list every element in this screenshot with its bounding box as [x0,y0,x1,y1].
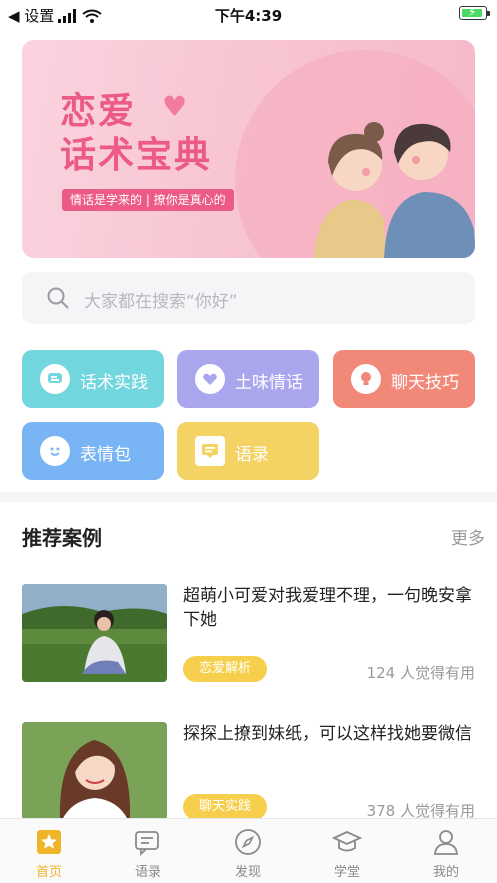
section-title: 推荐案例 [22,526,102,550]
case-title: 探探上撩到妹纸，可以这样找她要微信 [183,724,472,744]
search-input[interactable]: 大家都在搜索“你好” [22,272,475,324]
search-placeholder: 大家都在搜索“你好” [84,292,238,312]
category-label: 土味情话 [235,373,303,393]
list-item[interactable]: 超萌小可爱对我爱理不理，一句晚安拿下她 恋爱解析 124 人觉得有用 [0,584,497,694]
category-quotes-button[interactable]: 语录 [177,422,319,480]
message-icon [135,831,159,857]
chat-bubble-icon [40,364,70,394]
banner-title-line2: 话术宝典 [60,135,213,176]
category-stickers-button[interactable]: 表情包 [22,422,164,480]
case-thumbnail [22,584,167,682]
tab-discover[interactable]: 发现 [218,827,278,880]
tab-quotes[interactable]: 语录 [118,827,178,880]
case-thumbnail [22,722,167,820]
category-label: 话术实践 [80,373,148,393]
heart-icon: ♥ [162,90,188,123]
banner-tagline: 情话是学来的 | 撩你是真心的 [62,189,234,211]
case-tag[interactable]: 恋爱解析 [183,656,268,682]
user-icon [434,830,458,855]
case-title: 超萌小可爱对我爱理不理，一句晚安拿下她 [183,586,472,630]
tab-bar: 首页 语录 发现 学堂 我的 [0,818,497,883]
couple-illustration [314,122,475,258]
banner-title-line1: 恋爱 [60,91,137,132]
heart-hand-icon [195,364,225,394]
tab-label: 我的 [432,865,459,880]
tab-profile[interactable]: 我的 [416,827,476,880]
search-icon [47,287,69,309]
category-script-practice-button[interactable]: 话术实践 [22,350,164,408]
category-label: 语录 [235,445,269,465]
category-chat-tips-button[interactable]: 聊天技巧 [333,350,475,408]
tab-label: 语录 [134,865,161,880]
tab-label: 首页 [35,865,62,880]
promo-banner[interactable]: 恋爱 话术宝典 ♥ 情话是学来的 | 撩你是真心的 [22,40,475,258]
section-divider [0,492,497,502]
tab-label: 学堂 [333,865,360,880]
status-bar: ◀ 设置 下午4:39 ⚡ [0,0,497,30]
battery-icon: ⚡ [459,5,490,20]
more-link[interactable]: 更多 [451,524,485,549]
case-likes: 124 人觉得有用 [366,664,475,682]
case-tag[interactable]: 聊天实践 [183,794,268,820]
category-cheesy-lines-button[interactable]: 土味情话 [177,350,319,408]
banner-title: 恋爱 话术宝典 [60,90,212,178]
message-icon [195,436,225,466]
smiley-icon [40,436,70,466]
graduation-cap-icon [332,831,362,852]
compass-icon [235,829,261,855]
list-item[interactable]: 探探上撩到妹纸，可以这样找她要微信 聊天实践 378 人觉得有用 [0,722,497,832]
category-label: 聊天技巧 [391,373,459,393]
tab-home[interactable]: 首页 [19,827,79,880]
lightbulb-icon [351,364,381,394]
tab-label: 发现 [234,865,261,880]
status-time: 下午4:39 [214,7,283,25]
tab-academy[interactable]: 学堂 [317,827,377,880]
home-star-icon [37,830,61,854]
category-label: 表情包 [80,445,131,465]
